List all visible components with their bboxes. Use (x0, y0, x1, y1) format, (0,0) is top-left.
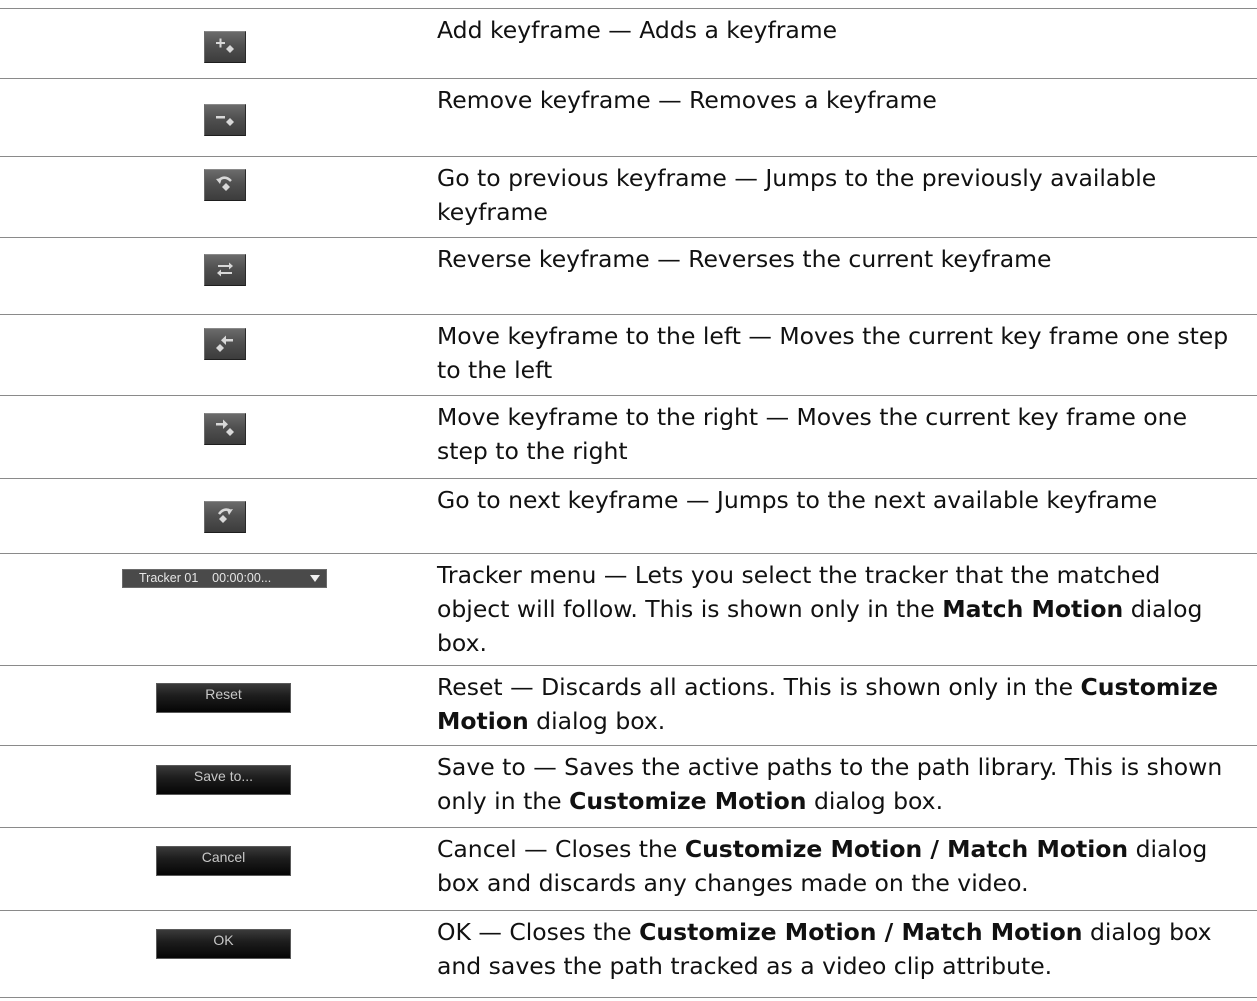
tracker-dropdown-label: Tracker 01 00:00:00... (139, 571, 272, 585)
table-row: Move keyframe to the right — Moves the c… (0, 395, 1257, 478)
description: Go to previous keyframe — Jumps to the p… (437, 164, 1157, 226)
move-keyframe-right-button[interactable] (204, 413, 246, 445)
table-row: Go to next keyframe — Jumps to the next … (0, 478, 1257, 553)
description: Reverse keyframe — Reverses the current … (437, 245, 1052, 273)
add-keyframe-icon (216, 38, 234, 53)
description: Move keyframe to the left — Moves the cu… (437, 322, 1229, 384)
icon-cell (0, 157, 430, 237)
next-keyframe-button[interactable] (204, 501, 246, 533)
icon-cell (0, 79, 430, 156)
icon-cell: OK (0, 911, 430, 997)
move-keyframe-right-icon (216, 419, 234, 436)
icon-cell (0, 315, 430, 395)
table-row: Move keyframe to the left — Moves the cu… (0, 314, 1257, 395)
ok-button[interactable]: OK (156, 929, 291, 959)
icon-cell: Cancel (0, 828, 430, 910)
description: Add keyframe — Adds a keyframe (437, 16, 838, 44)
description: Save to — Saves the active paths to the … (437, 753, 1223, 815)
table-row: Tracker 01 00:00:00... Tracker menu — Le… (0, 553, 1257, 665)
reset-button[interactable]: Reset (156, 683, 291, 713)
table-row: Add keyframe — Adds a keyframe (0, 8, 1257, 78)
icon-cell (0, 238, 430, 314)
icon-cell: Tracker 01 00:00:00... (0, 554, 430, 665)
previous-keyframe-icon (216, 176, 232, 191)
reverse-keyframe-button[interactable] (204, 254, 246, 286)
table-row: Go to previous keyframe — Jumps to the p… (0, 156, 1257, 237)
icon-cell: Save to... (0, 746, 430, 827)
cancel-button[interactable]: Cancel (156, 846, 291, 876)
triangle-down-icon (310, 575, 320, 582)
table-row: Remove keyframe — Removes a keyframe (0, 78, 1257, 156)
save-to-button[interactable]: Save to... (156, 765, 291, 795)
move-keyframe-left-icon (216, 335, 233, 352)
previous-keyframe-button[interactable] (204, 169, 246, 201)
icon-cell (0, 9, 430, 78)
description: Go to next keyframe — Jumps to the next … (437, 486, 1158, 514)
remove-keyframe-button[interactable] (204, 104, 246, 136)
add-keyframe-button[interactable] (204, 31, 246, 63)
tracker-dropdown[interactable]: Tracker 01 00:00:00... (122, 569, 327, 588)
icon-cell (0, 479, 430, 553)
icon-cell (0, 396, 430, 478)
description: Remove keyframe — Removes a keyframe (437, 86, 937, 114)
description: OK — Closes the Customize Motion / Match… (437, 918, 1212, 980)
description: Move keyframe to the right — Moves the c… (437, 403, 1188, 465)
remove-keyframe-icon (216, 116, 234, 126)
description: Reset — Discards all actions. This is sh… (437, 673, 1219, 735)
table-row: OK OK — Closes the Customize Motion / Ma… (0, 910, 1257, 998)
table-row: Reverse keyframe — Reverses the current … (0, 237, 1257, 314)
description: Tracker menu — Lets you select the track… (437, 561, 1203, 657)
move-keyframe-left-button[interactable] (204, 328, 246, 360)
table-row: Cancel Cancel — Closes the Customize Mot… (0, 827, 1257, 910)
next-keyframe-icon (217, 508, 233, 523)
table-row: Save to... Save to — Saves the active pa… (0, 745, 1257, 827)
table-row: Reset Reset — Discards all actions. This… (0, 665, 1257, 745)
icon-cell: Reset (0, 666, 430, 745)
description: Cancel — Closes the Customize Motion / M… (437, 835, 1208, 897)
reverse-keyframe-icon (217, 262, 233, 277)
